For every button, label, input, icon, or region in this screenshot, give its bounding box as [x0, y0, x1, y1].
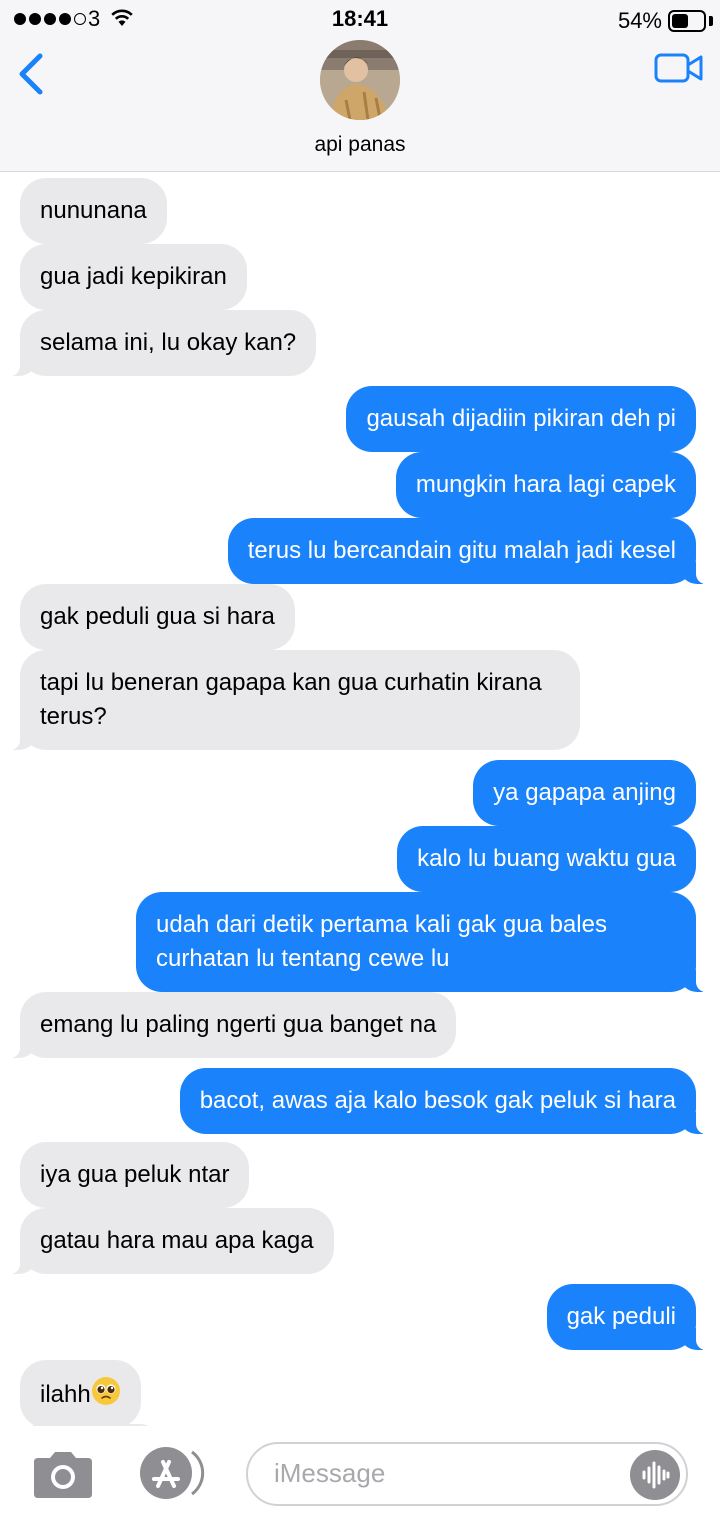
message-bubble-incoming[interactable]: nununana: [20, 178, 167, 244]
message-text: selama ini, lu okay kan?: [40, 329, 297, 356]
pleading-face-emoji: [91, 1377, 120, 1405]
message-text: mungkin hara lagi capek: [415, 471, 676, 498]
message-list[interactable]: nununana gua jadi kepikiran selama ini, …: [0, 172, 720, 1426]
conversation-header: 3 18:41 54% api panas: [0, 0, 720, 172]
composer-bar: iMessage: [0, 1426, 720, 1520]
battery-fill: [672, 14, 688, 28]
contact-name[interactable]: api panas: [0, 133, 720, 157]
message-text: ya gapapa anjing: [493, 779, 676, 806]
message-text: gak peduli gua si hara: [40, 603, 275, 630]
message-text: udah dari detik pertama kali gak gua bal…: [156, 911, 607, 972]
waveform-glyph: [642, 1461, 670, 1489]
audio-waveform-icon[interactable]: [630, 1450, 680, 1500]
message-text: terus lu bercandain gitu malah jadi kese…: [247, 537, 676, 564]
message-bubble-outgoing[interactable]: terus lu bercandain gitu malah jadi kese…: [227, 518, 709, 584]
message-bubble-incoming[interactable]: ilahh: [20, 1360, 141, 1426]
message-text: iya gua peluk ntar: [40, 1161, 230, 1188]
message-text: emang lu paling ngerti gua banget na: [40, 1011, 437, 1038]
message-text: gausah dijadiin pikiran deh pi: [366, 405, 676, 432]
message-bubble-outgoing[interactable]: gak peduli: [546, 1284, 709, 1350]
message-bubble-incoming[interactable]: selama ini, lu okay kan?: [7, 310, 317, 376]
message-text: bacot, awas aja kalo besok gak peluk si …: [199, 1087, 676, 1114]
message-bubble-outgoing[interactable]: udah dari detik pertama kali gak gua bal…: [136, 892, 708, 992]
clock: 18:41: [331, 6, 389, 31]
message-bubble-incoming[interactable]: gua jadi kepikiran: [20, 244, 247, 310]
battery-icon: [668, 10, 706, 32]
message-text: tapi lu beneran gapapa kan gua curhatin …: [40, 669, 542, 730]
contact-avatar[interactable]: [320, 40, 400, 120]
message-bubble-outgoing[interactable]: gausah dijadiin pikiran deh pi: [346, 386, 696, 452]
message-text: kalo lu buang waktu gua: [417, 845, 676, 872]
message-bubble-incoming[interactable]: tapi lu beneran gapapa kan gua curhatin …: [8, 650, 580, 750]
battery-percentage: 54%: [617, 8, 662, 33]
avatar-image: [320, 40, 400, 120]
status-bar: 3 18:41 54%: [0, 0, 720, 40]
app-store-icon[interactable]: [134, 1446, 206, 1500]
camera-icon[interactable]: [30, 1450, 96, 1500]
video-camera-icon[interactable]: [654, 52, 704, 84]
message-text: gak peduli: [566, 1303, 676, 1330]
message-bubble-outgoing[interactable]: bacot, awas aja kalo besok gak peluk si …: [179, 1068, 709, 1134]
chevron-left-icon[interactable]: [14, 50, 50, 98]
battery-tip: [709, 16, 713, 26]
message-text: gatau hara mau apa kaga: [40, 1227, 314, 1254]
message-bubble-incoming[interactable]: gak peduli gua si hara: [20, 584, 295, 650]
message-text: gua jadi kepikiran: [40, 263, 227, 290]
message-text: nununana: [40, 197, 147, 224]
message-bubble-incoming[interactable]: iya gua peluk ntar: [20, 1142, 250, 1208]
message-bubble-outgoing[interactable]: ya gapapa anjing: [473, 760, 696, 826]
message-bubble-incoming[interactable]: gatau hara mau apa kaga: [8, 1208, 334, 1274]
message-bubble-outgoing[interactable]: mungkin hara lagi capek: [395, 452, 696, 518]
message-bubble-incoming[interactable]: emang lu paling ngerti gua banget na: [7, 992, 457, 1058]
message-bubble-outgoing[interactable]: kalo lu buang waktu gua: [397, 826, 696, 892]
imessage-input[interactable]: iMessage: [246, 1442, 688, 1506]
imessage-placeholder: iMessage: [274, 1458, 386, 1488]
message-text: ilahh: [40, 1381, 91, 1408]
